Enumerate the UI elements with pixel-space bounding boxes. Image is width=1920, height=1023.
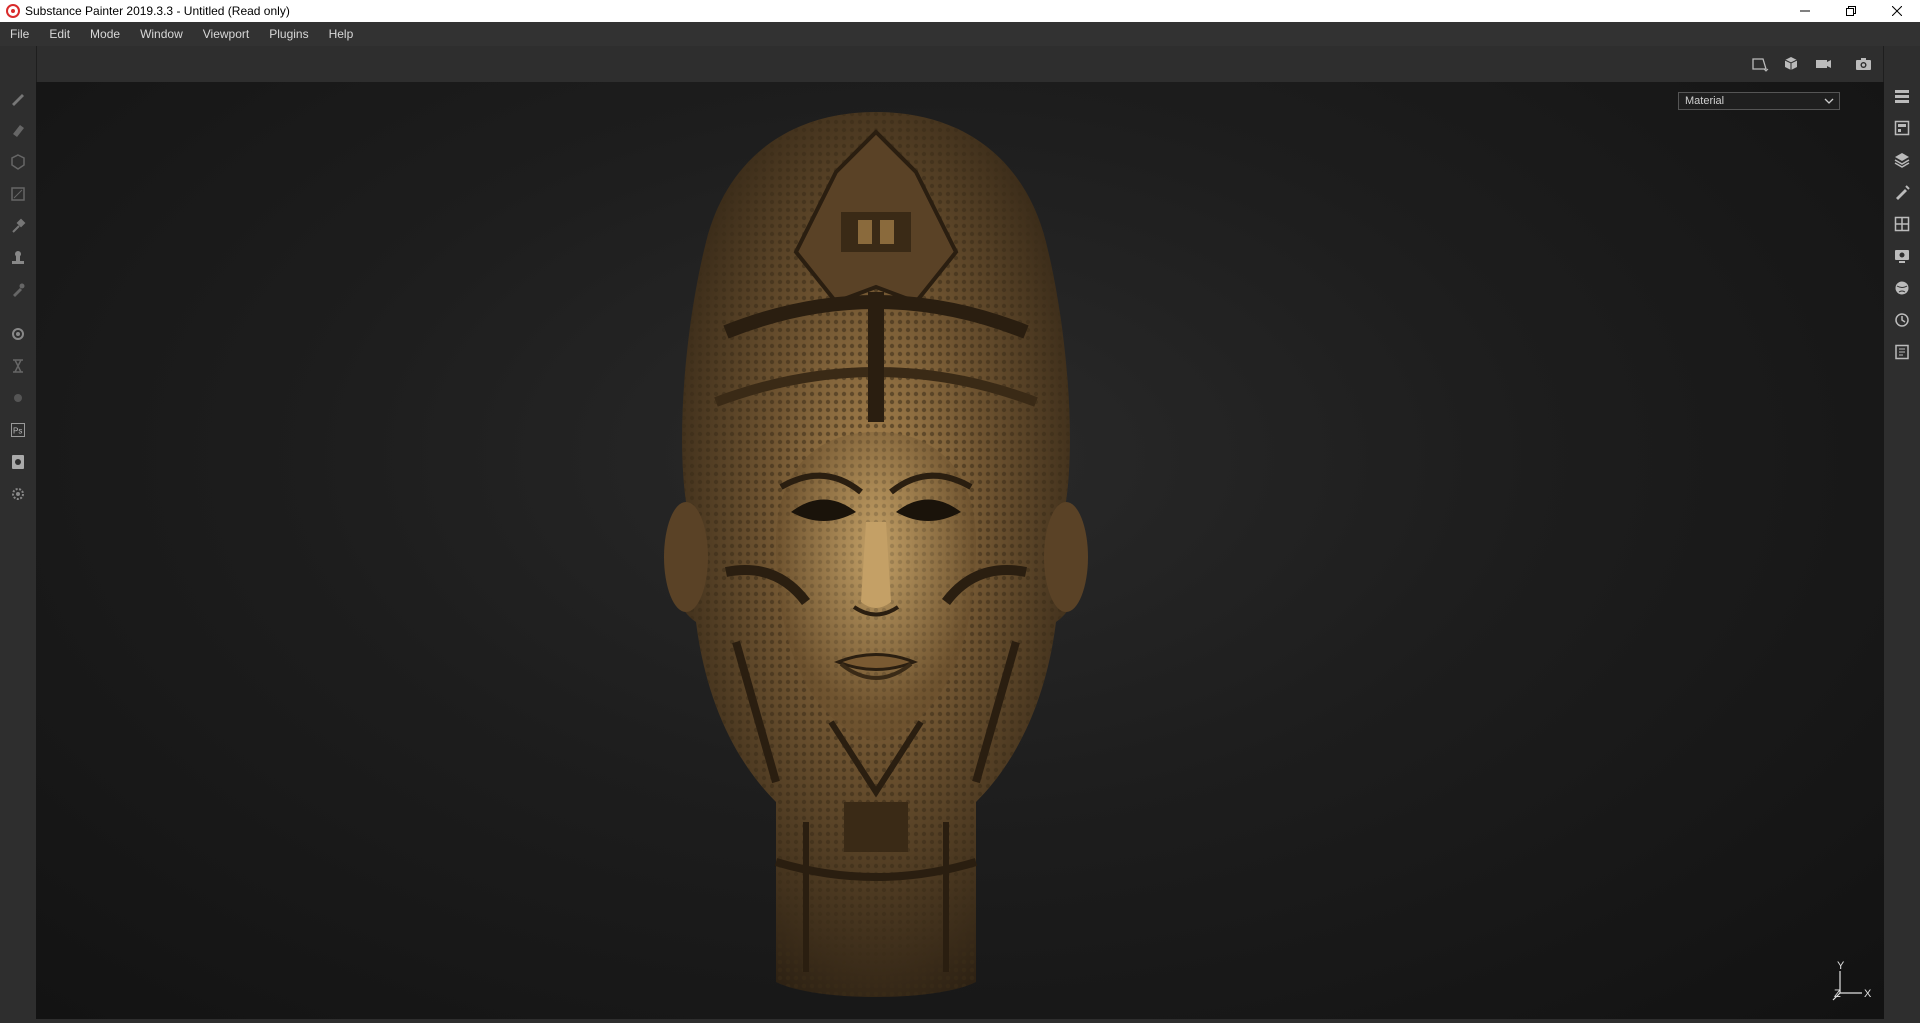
settings-icon bbox=[12, 488, 24, 500]
layers-icon bbox=[1894, 153, 1910, 168]
history-icon bbox=[1895, 313, 1909, 327]
measure-icon bbox=[13, 359, 23, 373]
menu-help[interactable]: Help bbox=[319, 22, 364, 46]
minimize-button[interactable] bbox=[1782, 0, 1828, 22]
menu-edit[interactable]: Edit bbox=[39, 22, 80, 46]
bake-settings-icon bbox=[12, 328, 24, 340]
measure-tool[interactable] bbox=[6, 354, 30, 378]
uv-grid-button[interactable] bbox=[1890, 212, 1914, 236]
display-settings-icon bbox=[1895, 250, 1909, 263]
chevron-down-icon bbox=[1824, 98, 1834, 104]
smudge-icon bbox=[12, 218, 26, 233]
menu-plugins[interactable]: Plugins bbox=[259, 22, 318, 46]
export-button[interactable] bbox=[6, 450, 30, 474]
projection-tool[interactable] bbox=[6, 150, 30, 174]
texture-set-button[interactable] bbox=[1890, 116, 1914, 140]
clone-tool[interactable] bbox=[6, 246, 30, 270]
substance-painter-logo-icon bbox=[6, 4, 20, 18]
log-icon bbox=[1895, 344, 1909, 360]
screenshot-button[interactable] bbox=[1852, 54, 1876, 74]
menu-mode[interactable]: Mode bbox=[80, 22, 130, 46]
photoshop-button[interactable]: Ps bbox=[6, 418, 30, 442]
cube-view-button[interactable] bbox=[1780, 54, 1804, 74]
environment-icon bbox=[1895, 281, 1909, 295]
camera-button[interactable] bbox=[1812, 54, 1836, 74]
close-icon bbox=[1892, 6, 1902, 16]
layers-stack-button[interactable] bbox=[1890, 84, 1914, 108]
viewport-frame-button[interactable] bbox=[1748, 54, 1772, 74]
axis-z-label: Z bbox=[1834, 988, 1841, 1000]
brush-properties-icon bbox=[1896, 185, 1910, 200]
export-icon bbox=[12, 455, 24, 469]
settings-button[interactable] bbox=[6, 482, 30, 506]
material-tool[interactable] bbox=[6, 386, 30, 410]
svg-text:Ps: Ps bbox=[13, 427, 22, 436]
left-tool-shelf: Ps bbox=[0, 46, 37, 1023]
eraser-icon bbox=[13, 125, 24, 137]
color-picker-tool[interactable] bbox=[6, 278, 30, 302]
brush-properties-button[interactable] bbox=[1890, 180, 1914, 204]
layers-stack-icon bbox=[1895, 90, 1909, 103]
camera-icon bbox=[1816, 60, 1831, 68]
restore-button[interactable] bbox=[1828, 0, 1874, 22]
minimize-icon bbox=[1800, 10, 1810, 12]
color-picker-icon bbox=[13, 283, 25, 297]
display-settings-button[interactable] bbox=[1890, 244, 1914, 268]
polygon-fill-icon bbox=[11, 187, 25, 201]
close-button[interactable] bbox=[1874, 0, 1920, 22]
title-bar: Substance Painter 2019.3.3 - Untitled (R… bbox=[0, 0, 1920, 22]
eraser-tool[interactable] bbox=[6, 118, 30, 142]
material-icon bbox=[14, 394, 22, 402]
cube-view-icon bbox=[1784, 57, 1798, 70]
bake-settings-tool[interactable] bbox=[6, 322, 30, 346]
viewport-toolbar bbox=[36, 46, 1884, 83]
environment-button[interactable] bbox=[1890, 276, 1914, 300]
history-button[interactable] bbox=[1890, 308, 1914, 332]
3d-viewport[interactable]: Material Y X Z bbox=[36, 82, 1884, 1019]
bronze-head-model[interactable] bbox=[576, 102, 1176, 1019]
smudge-tool[interactable] bbox=[6, 214, 30, 238]
viewport-frame-icon bbox=[1752, 58, 1769, 72]
polygon-fill-tool[interactable] bbox=[6, 182, 30, 206]
uv-grid-icon bbox=[1894, 216, 1910, 232]
screenshot-icon bbox=[1856, 58, 1871, 70]
bottom-border bbox=[0, 1019, 1920, 1023]
menu-file[interactable]: File bbox=[0, 22, 39, 46]
texture-set-icon bbox=[1894, 120, 1910, 136]
layers-button[interactable] bbox=[1890, 148, 1914, 172]
menu-viewport[interactable]: Viewport bbox=[193, 22, 259, 46]
right-panel-shelf bbox=[1883, 46, 1920, 1023]
paint-brush-icon bbox=[12, 94, 24, 106]
menu-window[interactable]: Window bbox=[130, 22, 193, 46]
paint-tool[interactable] bbox=[6, 86, 30, 110]
log-button[interactable] bbox=[1890, 340, 1914, 364]
clone-stamp-icon bbox=[12, 251, 24, 264]
viewport-mode-value: Material bbox=[1685, 95, 1725, 107]
window-title: Substance Painter 2019.3.3 - Untitled (R… bbox=[25, 4, 290, 18]
menu-bar: File Edit Mode Window Viewport Plugins H… bbox=[0, 22, 1920, 46]
axis-y-label: Y bbox=[1837, 961, 1845, 972]
photoshop-icon: Ps bbox=[11, 423, 25, 437]
restore-icon bbox=[1846, 6, 1856, 16]
axis-x-label: X bbox=[1864, 988, 1872, 1000]
projection-icon bbox=[11, 154, 25, 170]
axis-gizmo: Y X Z bbox=[1832, 961, 1872, 1001]
viewport-mode-select[interactable]: Material bbox=[1678, 92, 1840, 110]
